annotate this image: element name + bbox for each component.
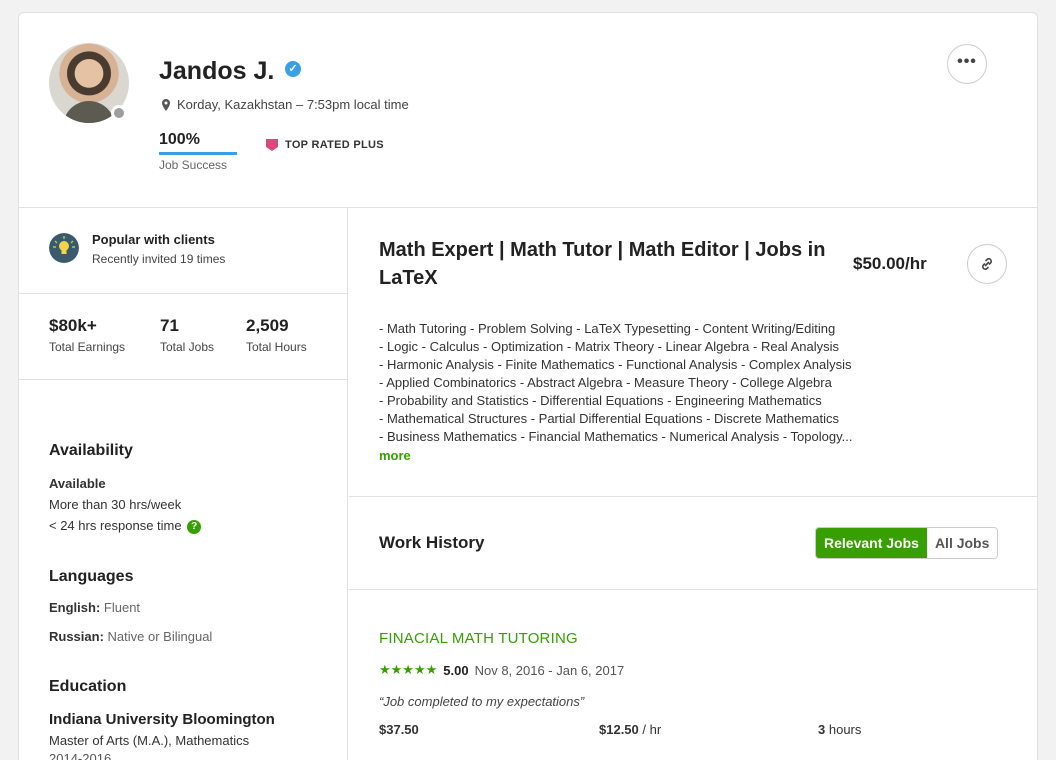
stat-total-hours: 2,509 Total Hours <box>246 316 307 354</box>
description-line: - Math Tutoring - Problem Solving - LaTe… <box>379 321 836 336</box>
job-feedback: “Job completed to my expectations” <box>379 694 585 709</box>
divider <box>349 589 1037 590</box>
copy-link-button[interactable] <box>967 244 1007 284</box>
profile-title: Math Expert | Math Tutor | Math Editor |… <box>379 239 826 289</box>
job-success-value: 100% <box>159 131 200 148</box>
verified-icon: ✓ <box>285 61 301 77</box>
stat-total-jobs: 71 Total Jobs <box>160 316 214 354</box>
location-text: Korday, Kazakhstan – 7:53pm local time <box>177 97 409 112</box>
job-rate-value: $12.50 <box>599 722 639 737</box>
profile-description: - Math Tutoring - Problem Solving - LaTe… <box>379 320 979 446</box>
job-dates: Nov 8, 2016 - Jan 6, 2017 <box>474 662 625 678</box>
location: Korday, Kazakhstan – 7:53pm local time <box>159 97 409 112</box>
hourly-rate: $50.00/hr <box>853 254 927 273</box>
profile-card: Jandos J. ✓ Korday, Kazakhstan – 7:53pm … <box>18 12 1038 760</box>
stat-label: Total Jobs <box>160 340 215 354</box>
job-success-bar <box>159 152 237 155</box>
stat-value: 2,509 <box>246 316 289 335</box>
more-link[interactable]: more <box>379 448 411 463</box>
job-hours-unit: hours <box>828 722 862 737</box>
availability-response: < 24 hrs response time ? <box>49 518 202 534</box>
job-success-label: Job Success <box>159 158 228 172</box>
top-rated-badge-icon <box>266 139 278 151</box>
language-name: English: <box>49 600 101 615</box>
education-years: 2014-2016 <box>49 751 112 760</box>
languages-title: Languages <box>49 568 134 585</box>
stat-total-earnings: $80k+ Total Earnings <box>49 316 125 354</box>
stat-label: Total Hours <box>246 340 307 354</box>
language-russian: Russian: Native or Bilingual <box>49 629 212 644</box>
description-line: - Probability and Statistics - Different… <box>379 393 822 408</box>
job-rate-unit: / hr <box>642 722 662 737</box>
availability-title: Availability <box>49 442 133 459</box>
job-success: 100% Job Success <box>159 131 237 172</box>
description-line: - Mathematical Structures - Partial Diff… <box>379 411 839 426</box>
education-school: Indiana University Bloomington <box>49 711 275 728</box>
education-degree: Master of Arts (M.A.), Mathematics <box>49 733 250 748</box>
availability-hours: More than 30 hrs/week <box>49 497 182 512</box>
job-meta: ★★★★★ 5.00 Nov 8, 2016 - Jan 6, 2017 <box>379 662 624 678</box>
top-rated-label: TOP RATED PLUS <box>285 139 384 151</box>
status-dot <box>111 105 127 121</box>
lightbulb-icon <box>49 233 79 263</box>
description-line: - Harmonic Analysis - Finite Mathematics… <box>379 357 852 372</box>
job-hours: 3 hours <box>818 722 861 737</box>
job-title-link[interactable]: FINACIAL MATH TUTORING <box>379 630 578 647</box>
more-options-button[interactable]: ••• <box>947 44 987 84</box>
link-icon <box>982 258 992 270</box>
location-pin-icon <box>162 98 170 111</box>
stat-value: $80k+ <box>49 316 97 335</box>
availability-status: Available <box>49 476 106 491</box>
profile-header: Jandos J. ✓ Korday, Kazakhstan – 7:53pm … <box>19 13 1037 208</box>
description-line: - Logic - Calculus - Optimization - Matr… <box>379 339 839 354</box>
rating-score: 5.00 <box>443 662 469 678</box>
tab-all-jobs[interactable]: All Jobs <box>926 528 998 558</box>
main-content: Math Expert | Math Tutor | Math Editor |… <box>349 208 1037 760</box>
response-time: < 24 hrs response time <box>49 518 182 533</box>
job-earned: $37.50 <box>379 722 419 737</box>
popular-with-clients: Popular with clients Recently invited 19… <box>19 208 348 294</box>
stats-row: $80k+ Total Earnings 71 Total Jobs 2,509… <box>19 294 348 380</box>
language-level: Native or Bilingual <box>107 629 213 644</box>
sidebar: Popular with clients Recently invited 19… <box>19 208 348 760</box>
popular-title: Popular with clients <box>92 232 215 247</box>
description-line: - Applied Combinatorics - Abstract Algeb… <box>379 375 832 390</box>
top-rated-badge[interactable]: TOP RATED PLUS <box>265 138 384 152</box>
tab-relevant-jobs[interactable]: Relevant Jobs <box>816 528 927 558</box>
job-rate: $12.50 / hr <box>599 722 661 737</box>
language-english: English: Fluent <box>49 600 140 615</box>
work-history-toggle: Relevant Jobs All Jobs <box>815 527 999 559</box>
description-line: - Business Mathematics - Financial Mathe… <box>379 429 853 444</box>
popular-subtitle: Recently invited 19 times <box>92 252 226 266</box>
freelancer-name: Jandos J. <box>159 57 275 85</box>
divider <box>349 496 1037 497</box>
language-level: Fluent <box>103 600 141 615</box>
help-icon[interactable]: ? <box>187 519 202 534</box>
work-history-title: Work History <box>379 533 485 552</box>
language-name: Russian: <box>49 629 104 644</box>
education-title: Education <box>49 678 127 695</box>
stat-value: 71 <box>160 316 179 335</box>
stat-label: Total Earnings <box>49 340 126 354</box>
job-hours-value: 3 <box>818 722 826 737</box>
rating-stars-icon: ★★★★★ <box>379 662 438 677</box>
